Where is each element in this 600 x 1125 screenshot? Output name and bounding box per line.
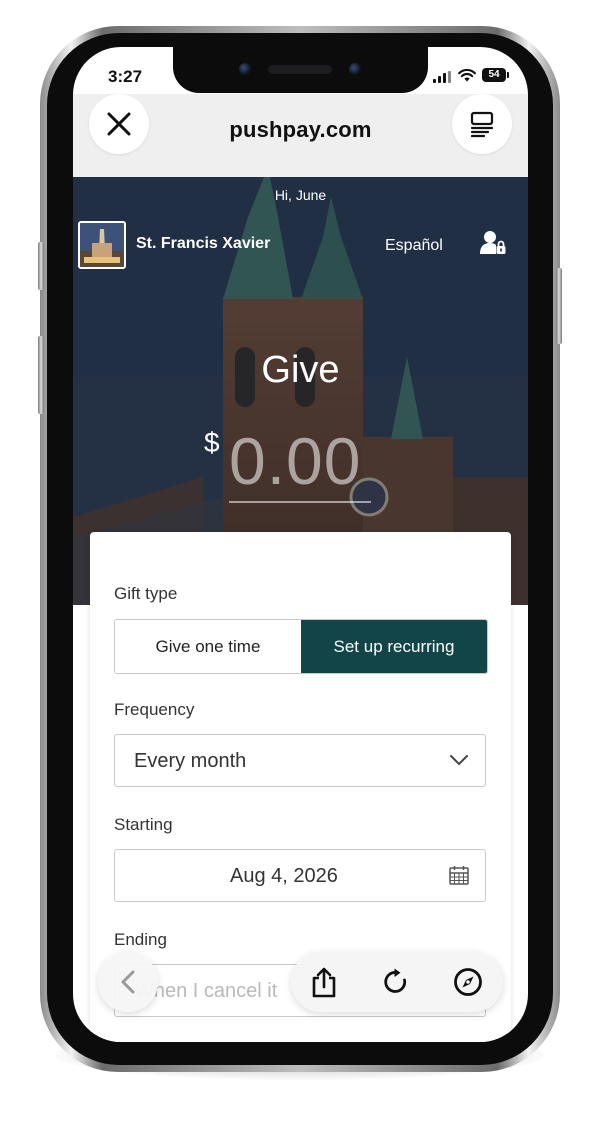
start-date-value: Aug 4, 2026 bbox=[230, 865, 338, 887]
starting-label: Starting bbox=[114, 815, 173, 834]
battery-indicator: 54 bbox=[482, 68, 509, 82]
status-time: 3:27 bbox=[108, 67, 143, 86]
account-lock-icon[interactable] bbox=[479, 229, 507, 257]
organization-logo[interactable] bbox=[78, 221, 126, 269]
gift-type-label: Gift type bbox=[114, 584, 178, 603]
front-camera bbox=[239, 63, 251, 75]
amount-underline bbox=[229, 501, 371, 503]
gift-type-toggle: Give one time Set up recurring bbox=[114, 619, 488, 674]
share-button[interactable] bbox=[307, 965, 341, 999]
church-thumbnail bbox=[80, 223, 124, 267]
notch bbox=[173, 47, 428, 93]
reload-button[interactable] bbox=[379, 965, 413, 999]
chevron-down-icon bbox=[450, 755, 468, 766]
set-up-recurring-option[interactable]: Set up recurring bbox=[301, 620, 487, 673]
volume-down-button bbox=[38, 336, 44, 414]
currency-symbol: $ bbox=[204, 427, 220, 458]
frequency-value: Every month bbox=[134, 750, 247, 772]
frequency-select[interactable]: Every month bbox=[114, 734, 486, 787]
give-one-time-option[interactable]: Give one time bbox=[115, 620, 301, 673]
power-button bbox=[556, 268, 562, 344]
compass-button[interactable] bbox=[451, 965, 485, 999]
wifi-icon bbox=[458, 68, 476, 82]
start-date-field[interactable]: Aug 4, 2026 bbox=[114, 849, 486, 902]
give-heading: Give bbox=[261, 349, 340, 391]
reader-icon bbox=[470, 111, 494, 138]
browser-toolbar bbox=[291, 952, 503, 1012]
speaker bbox=[268, 65, 332, 74]
frequency-label: Frequency bbox=[114, 700, 195, 719]
calendar-icon bbox=[449, 866, 469, 885]
volume-up-button bbox=[38, 242, 44, 290]
reader-button[interactable] bbox=[452, 94, 512, 154]
face-sensor bbox=[349, 63, 361, 75]
compass-icon bbox=[454, 968, 482, 996]
signal-icon bbox=[433, 71, 453, 83]
share-icon bbox=[312, 967, 336, 998]
greeting-text: Hi, June bbox=[274, 187, 327, 203]
back-button[interactable] bbox=[98, 952, 158, 1012]
language-toggle[interactable]: Español bbox=[385, 237, 443, 255]
reload-icon bbox=[384, 968, 407, 993]
organization-name[interactable]: St. Francis Xavier bbox=[136, 235, 270, 253]
amount-input[interactable]: 0.00 bbox=[229, 423, 361, 499]
ending-label: Ending bbox=[114, 930, 167, 949]
back-icon bbox=[121, 970, 135, 994]
phone-screen: 3:27 54 pushpay.com Hi, June St. Francis… bbox=[73, 47, 528, 1042]
